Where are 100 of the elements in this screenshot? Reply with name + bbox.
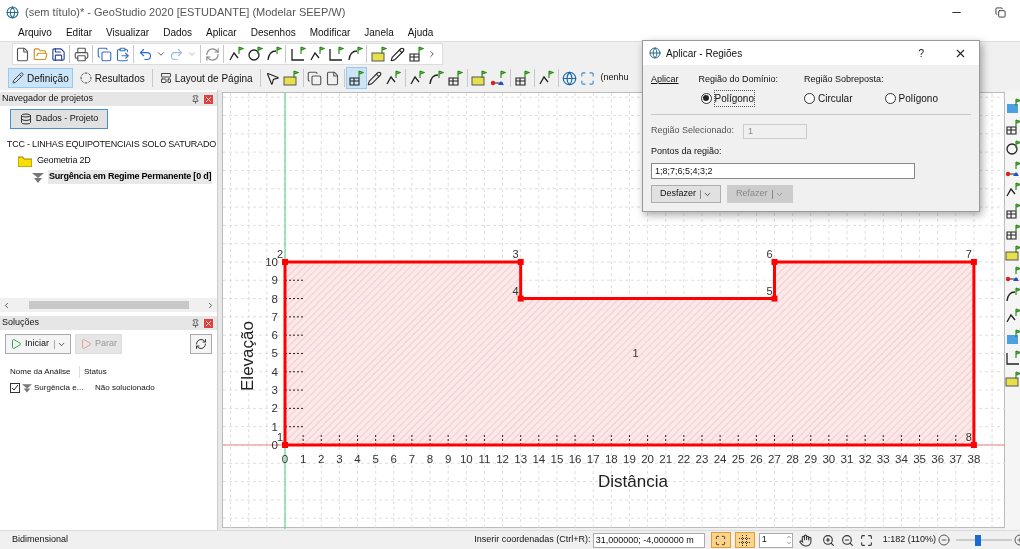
x-tick-label: 2 [318,453,325,465]
x-tick-label: 29 [804,453,818,465]
flag-circle-icon[interactable] [1005,140,1020,156]
menu-item[interactable]: Desenhos [250,25,296,40]
tree-item[interactable]: Geometria 2D [36,154,92,168]
x-tick-label: 26 [749,453,763,465]
mode-tab[interactable]: Definição [8,68,73,88]
project-data-button[interactable]: Dados - Projeto [10,109,108,129]
node-line-icon[interactable] [1005,161,1020,177]
flag-circle-icon[interactable] [246,46,263,62]
flag-arc-icon[interactable] [428,70,445,86]
menu-item[interactable]: Modificar [309,25,351,40]
region-points-field[interactable]: 1;8;7;6;5;4;3;2 [651,163,915,179]
flag-grid-icon[interactable] [1005,203,1020,219]
flag-area-icon[interactable] [283,70,300,86]
flag-axes-icon[interactable] [327,46,344,62]
flag-axes-icon[interactable] [1005,350,1020,366]
horizontal-scrollbar[interactable] [0,298,217,312]
new-file-icon[interactable] [14,46,30,62]
flag-arc-icon[interactable] [1005,287,1020,303]
menu-item[interactable]: Dados [163,25,193,40]
refresh-icon[interactable] [204,46,220,62]
node-line-icon[interactable] [490,70,507,86]
pen-icon[interactable] [367,70,383,86]
flag-axes-icon[interactable] [289,46,306,62]
flag-line-icon[interactable] [308,46,325,62]
flag-arc-icon[interactable] [346,46,363,62]
flag-area-icon[interactable] [370,46,387,62]
scroll-left-icon[interactable] [2,300,11,310]
save-icon[interactable] [50,46,66,62]
node-line-icon[interactable] [1005,266,1020,282]
scroll-right-icon[interactable] [206,300,215,310]
coordinates-field[interactable]: 31,000000; -4,000000 m [592,532,705,548]
zoom-in-icon[interactable] [821,533,835,547]
checkbox[interactable] [10,383,20,393]
pin-icon[interactable] [191,318,200,328]
menu-item[interactable]: Janela [364,25,394,40]
tree-item[interactable]: TCC - LINHAS EQUIPOTENCIAIS SOLO SATURADO [5,138,217,152]
restore-icon[interactable] [995,6,1006,18]
copy-icon[interactable] [96,46,112,62]
paste-icon[interactable] [114,46,130,62]
radio-button[interactable]: Circular [804,90,853,106]
copy-icon[interactable] [307,70,323,86]
start-button[interactable]: Iniciar [5,334,71,354]
flag-table-icon[interactable] [407,46,424,62]
flag-area-icon[interactable] [1005,371,1020,387]
globe-icon[interactable] [562,70,578,86]
y-tick-label: 3 [271,384,278,397]
help-button[interactable]: ? [918,45,924,61]
mode-tab[interactable]: Resultados [75,68,149,88]
menu-item[interactable]: Editar [65,25,93,40]
grid-toggle[interactable] [734,532,755,548]
flag-line-icon[interactable] [1005,182,1020,198]
flag-line-icon[interactable] [385,70,402,86]
snap-grid-icon [715,534,727,546]
flag-area-icon[interactable] [471,70,488,86]
dashed-circle-icon [79,72,92,84]
menu-item[interactable]: Arquivo [18,25,52,40]
flag-line-icon[interactable] [538,70,555,86]
radio-button[interactable]: Polígono [700,90,754,106]
pin-icon[interactable] [191,94,200,104]
flag-grid-icon[interactable] [447,70,464,86]
x-tick-label: 4 [354,453,361,465]
slider-thumb[interactable] [975,534,982,546]
zoom-slider[interactable] [956,534,1012,546]
flag-shape-icon[interactable] [1005,329,1020,345]
flag-line-icon[interactable] [1005,308,1020,324]
snap-toggle[interactable] [710,532,731,548]
tree-item[interactable]: Surgência em Regime Permanente [0 d] [48,170,213,184]
refresh-button[interactable] [190,334,212,354]
flag-grid-icon[interactable] [1005,119,1020,135]
window-title: (sem título)* - GeoStudio 2020 [ESTUDANTE] (Modelar SEEP/W) [25,4,346,20]
pan-icon[interactable] [798,533,812,547]
mode-tab[interactable]: Layout de Página [155,68,257,88]
menu-item[interactable]: Ajuda [407,25,434,40]
flag-line-icon[interactable] [409,70,426,86]
menu-item[interactable]: Aplicar [206,25,237,40]
x-tick-label: 7 [408,453,416,465]
undo-icon[interactable] [137,46,153,62]
flag-arc-icon[interactable] [265,46,282,62]
zoom-fit-icon[interactable] [859,533,873,547]
flag-grid-icon[interactable] [514,70,531,86]
pointer-icon[interactable] [265,70,281,86]
undo-button[interactable]: Desfazer [651,185,721,203]
vertex-marker [517,258,524,265]
radio-button[interactable]: Polígono [884,90,938,106]
zoom-minus-icon[interactable] [938,534,950,546]
print-icon[interactable] [73,46,89,62]
flag-grid-icon[interactable] [1005,224,1020,240]
flag-line-icon[interactable] [227,46,244,62]
grid-icon [739,534,751,546]
x-tick-label: 36 [931,453,945,465]
flag-area-icon[interactable] [1005,245,1020,261]
zoom-out-icon[interactable] [840,533,854,547]
document-icon[interactable] [325,70,341,86]
flag-grid-icon[interactable] [348,70,365,86]
menu-item[interactable]: Visualizar [106,25,150,40]
pen-icon[interactable] [389,46,405,62]
caret-icon[interactable] [155,49,166,59]
flag-shape-icon[interactable] [1005,98,1020,114]
